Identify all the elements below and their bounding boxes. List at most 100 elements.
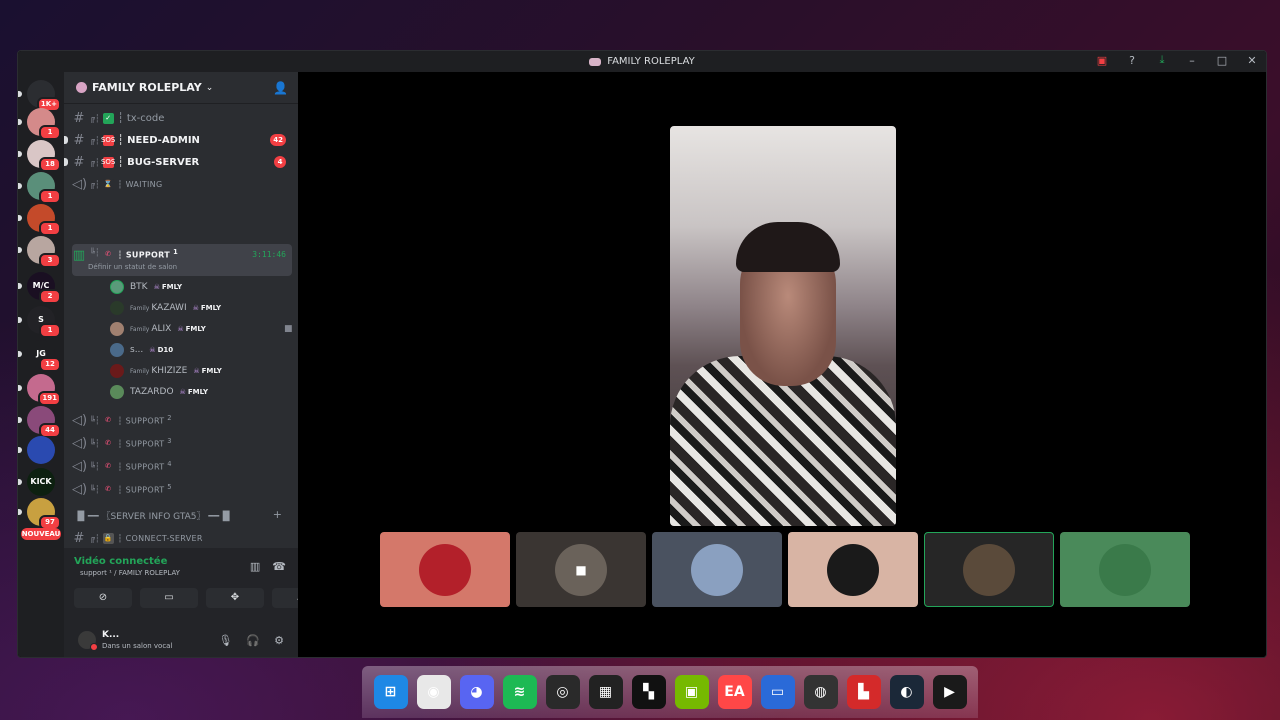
chrome-icon[interactable]: ◉ bbox=[416, 675, 451, 709]
voice-panel: Vidéo connectée support ¹ / FAMILY ROLEP… bbox=[64, 548, 330, 657]
voice-member[interactable]: s... ☠ D10 bbox=[110, 341, 173, 359]
activities-icon: ✥ bbox=[230, 592, 240, 603]
skull-icon: ☠ bbox=[192, 304, 199, 312]
unread-indicator bbox=[64, 136, 68, 144]
invite-icon[interactable]: 👤 bbox=[273, 81, 288, 95]
maximize-icon[interactable]: □ bbox=[1214, 54, 1230, 67]
remote-desktop-icon[interactable]: ▭ bbox=[760, 675, 795, 709]
unread-pill bbox=[18, 447, 22, 453]
server-icon[interactable]: M/C 2 bbox=[18, 272, 61, 304]
server-icon[interactable]: 97 bbox=[18, 498, 61, 530]
member-tag: ☠ FMLY bbox=[192, 304, 222, 312]
microphone-icon[interactable]: 🎙 bbox=[218, 634, 232, 647]
text-channel[interactable]: # ╔┆ ✓ ┆ tx-code bbox=[72, 108, 292, 128]
voice-member[interactable]: TAZARDO ☠ FMLY bbox=[110, 383, 208, 401]
voice-status-subtitle[interactable]: support ¹ / FAMILY ROLEPLAY bbox=[80, 569, 180, 577]
channel-emoji-icon: 🔒 bbox=[102, 532, 114, 544]
phone-icon: ✆ bbox=[105, 485, 112, 493]
windows-icon[interactable]: ⊞ bbox=[373, 675, 408, 709]
participant-tile[interactable] bbox=[788, 532, 918, 607]
server-icon[interactable]: 44 bbox=[18, 406, 61, 438]
activities-button[interactable]: ✥ bbox=[206, 588, 264, 608]
arc-raiders-icon[interactable]: ▚ bbox=[631, 675, 666, 709]
channel-status[interactable]: Définir un statut de salon bbox=[88, 263, 177, 271]
gta-icon[interactable]: ◍ bbox=[803, 675, 838, 709]
participant-tile[interactable] bbox=[652, 532, 782, 607]
server-icon[interactable]: 1 bbox=[18, 204, 61, 236]
voice-member[interactable]: Family KAZAWI ☠ FMLY bbox=[110, 299, 221, 317]
screen-share-icon[interactable]: ▣ bbox=[1094, 54, 1110, 67]
avatar bbox=[691, 543, 743, 596]
noise-suppression-icon[interactable]: ▥ bbox=[250, 560, 260, 573]
help-icon[interactable]: ? bbox=[1124, 54, 1140, 67]
phone-icon: ✆ bbox=[105, 416, 112, 424]
server-icon[interactable]: 18 bbox=[18, 140, 61, 172]
voice-channel[interactable]: ◁) ╚┆ ✆ ┆ SUPPORT 2 bbox=[72, 410, 292, 430]
voice-member[interactable]: Family KHIZIZE ☠ FMLY bbox=[110, 362, 222, 380]
category-server-info[interactable]: ▐▌━━ 〖SERVER INFO GTA5〗 ━━▐▌ + bbox=[74, 508, 284, 522]
headphones-icon[interactable]: 🎧 bbox=[246, 634, 260, 647]
skull-icon: ☠ bbox=[179, 388, 186, 396]
member-name: KHIZIZE bbox=[151, 366, 188, 376]
avatar bbox=[110, 343, 124, 357]
avatar[interactable] bbox=[78, 631, 98, 651]
voice-member[interactable]: Family ALIX ☠ FMLY ■ bbox=[110, 320, 293, 338]
channel-label: ┆ tx-code bbox=[117, 112, 165, 124]
text-channel[interactable]: # ╔┆ SOS ┆ BUG-SERVER 4 bbox=[64, 152, 292, 172]
server-icon[interactable] bbox=[18, 436, 55, 464]
server-icon[interactable]: KICK bbox=[18, 468, 55, 496]
add-channel-icon[interactable]: + bbox=[273, 508, 282, 521]
text-channel[interactable]: # ╔┆ 🔒 ┆ CONNECT-SERVER bbox=[72, 528, 292, 548]
discord-home-button[interactable]: 1K+ bbox=[18, 80, 61, 112]
notification-badge: 2 bbox=[39, 289, 61, 304]
hashtag-icon: # bbox=[73, 110, 85, 126]
participant-tile[interactable] bbox=[1060, 532, 1190, 607]
participant-tile[interactable]: ■ bbox=[516, 532, 646, 607]
disconnect-icon[interactable]: ☎ bbox=[272, 560, 286, 573]
voice-channel[interactable]: ◁) ╚┆ ✆ ┆ SUPPORT 5 bbox=[72, 479, 292, 499]
text-channel[interactable]: # ╔┆ SOS ┆ NEED-ADMIN 42 bbox=[64, 130, 292, 150]
member-tag: ☠ FMLY bbox=[179, 388, 209, 396]
voice-channel[interactable]: ◁) ╚┆ ✆ ┆ SUPPORT 4 bbox=[72, 456, 292, 476]
text-channel[interactable]: ◁) ╔┆ ⌛ ┆ WAITING bbox=[72, 174, 292, 194]
voice-member[interactable]: BTK ☠ FMLY bbox=[110, 278, 182, 296]
faceit-icon[interactable]: ▙ bbox=[846, 675, 881, 709]
server-icon[interactable]: 1 bbox=[18, 172, 61, 204]
play-icon[interactable]: ▶ bbox=[932, 675, 967, 709]
voice-channel[interactable]: ◁) ╚┆ ✆ ┆ SUPPORT 3 bbox=[72, 433, 292, 453]
member-name: s... bbox=[130, 345, 144, 355]
new-badge[interactable]: NOUVEAU bbox=[21, 528, 61, 540]
unread-pill bbox=[18, 479, 22, 485]
nvidia-icon[interactable]: ▣ bbox=[674, 675, 709, 709]
screen-share-button[interactable]: ▭ bbox=[140, 588, 198, 608]
channel-label: ┆ SUPPORT 1 bbox=[117, 248, 179, 260]
call-timer: 3:11:46 bbox=[252, 250, 286, 259]
server-icon[interactable]: S1 bbox=[18, 306, 61, 338]
obs-icon[interactable]: ◎ bbox=[545, 675, 580, 709]
skull-icon: ☠ bbox=[149, 346, 156, 354]
discord-icon[interactable]: ◕ bbox=[459, 675, 494, 709]
server-icon[interactable]: 3 bbox=[18, 236, 61, 268]
settings-gear-icon[interactable]: ⚙ bbox=[274, 634, 284, 647]
camera-off-icon: ⊘ bbox=[98, 592, 108, 603]
voice-status-title[interactable]: Vidéo connectée bbox=[74, 556, 167, 567]
main-video-feed[interactable] bbox=[670, 126, 896, 526]
msi-icon[interactable]: ▦ bbox=[588, 675, 623, 709]
server-icon[interactable]: JG 12 bbox=[18, 340, 61, 372]
participant-tile[interactable] bbox=[380, 532, 510, 607]
server-icon[interactable]: 1 bbox=[18, 108, 61, 140]
close-icon[interactable]: ✕ bbox=[1244, 54, 1260, 67]
server-icon[interactable]: 191 bbox=[18, 374, 61, 406]
unread-pill bbox=[18, 183, 22, 189]
camera-off-button[interactable]: ⊘ bbox=[74, 588, 132, 608]
minimize-icon[interactable]: – bbox=[1184, 54, 1200, 67]
voice-channel-support-1[interactable]: ▥ ╚┆ ✆ ┆ SUPPORT 1 3:11:46 Définir un st… bbox=[72, 244, 292, 276]
ea-icon[interactable]: EA bbox=[717, 675, 752, 709]
server-header[interactable]: FAMILY ROLEPLAY ⌄ 👤 bbox=[64, 72, 298, 104]
download-icon[interactable]: ⤓ bbox=[1154, 53, 1170, 67]
hashtag-icon: # bbox=[73, 154, 85, 170]
spotify-icon[interactable]: ≋ bbox=[502, 675, 537, 709]
steam-icon[interactable]: ◐ bbox=[889, 675, 924, 709]
notification-badge: 1 bbox=[39, 221, 61, 236]
participant-tile[interactable] bbox=[924, 532, 1054, 607]
